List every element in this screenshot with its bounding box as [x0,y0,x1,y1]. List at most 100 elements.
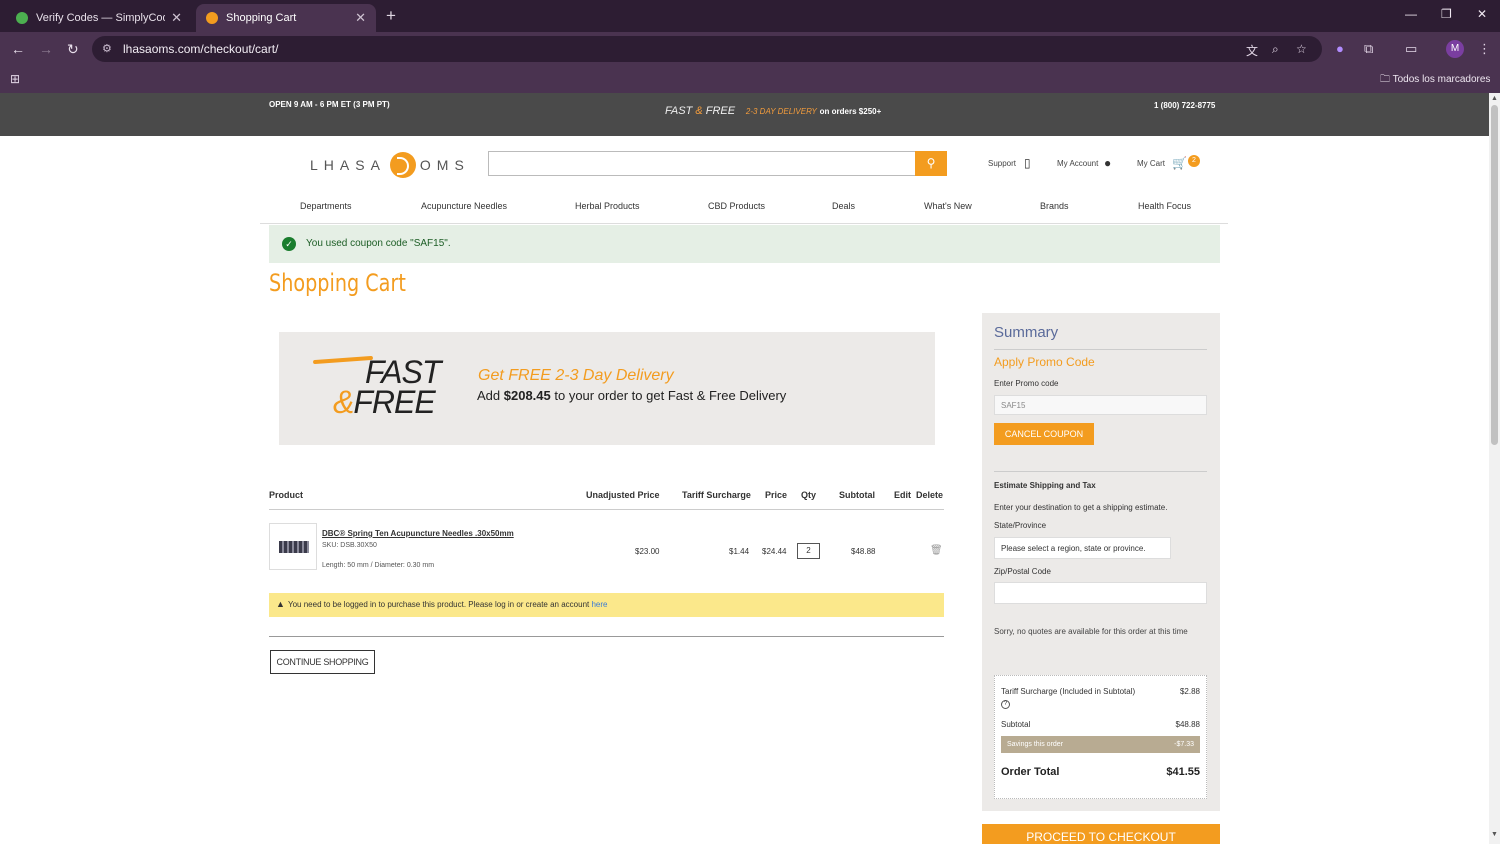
order-summary: Summary Apply Promo Code Enter Promo cod… [982,313,1220,811]
my-account-link[interactable]: My Account [1057,159,1098,168]
site-info-icon[interactable]: ⚙ [102,42,112,55]
nav-departments[interactable]: Departments [300,201,352,211]
close-window-icon[interactable]: ✕ [1477,7,1487,21]
restore-icon[interactable]: ❐ [1441,7,1452,21]
zoom-icon[interactable]: ⌕ [1272,42,1279,57]
apps-grid-icon[interactable]: ⊞ [10,72,20,86]
url-field[interactable]: ⚙ lhasaoms.com/checkout/cart/ 文 ⌕ ☆ [92,36,1322,62]
order-total-row: Order Total $41.55 [1001,766,1200,778]
tab-verify-codes[interactable]: Verify Codes — SimplyCodes ✕ [6,4,192,32]
product-image[interactable] [269,523,317,570]
promo-free: FREE [705,105,736,117]
reload-icon[interactable]: ↻ [67,41,79,58]
shipping-heading[interactable]: Estimate Shipping and Tax [994,481,1096,490]
page-scrollbar[interactable]: ▲ ▼ [1489,93,1500,844]
phone-number[interactable]: 1 (800) 722-8775 [1154,101,1215,110]
bookmarks-folder-label: Todos los marcadores [1392,74,1491,85]
translate-icon[interactable]: 文 [1246,42,1258,59]
nav-health-focus[interactable]: Health Focus [1138,201,1191,211]
proceed-to-checkout-button[interactable]: PROCEED TO CHECKOUT [982,824,1220,844]
nav-herbal-products[interactable]: Herbal Products [575,201,640,211]
scroll-down-icon[interactable]: ▼ [1491,831,1498,838]
banner-sub-pre: Add [477,388,504,403]
fast-free-promo[interactable]: FAST & FREE 2-3 DAY DELIVERY on orders $… [665,105,881,117]
simplycodes-favicon-icon [16,12,28,24]
fast-free-banner: FAST &FREE Get FREE 2-3 Day Delivery Add… [279,332,935,445]
url-text: lhasaoms.com/checkout/cart/ [123,42,279,56]
tariff-total-label: Tariff Surcharge (Included in Subtotal) [1001,687,1136,696]
nav-brands[interactable]: Brands [1040,201,1069,211]
bookmarks-folder[interactable]: 🗀 Todos los marcadores [1380,72,1490,89]
shipping-description: Enter your destination to get a shipping… [994,503,1168,512]
promo-code-input[interactable]: SAF15 [994,395,1207,415]
promo-label: Enter Promo code [994,379,1059,388]
coupon-message-text: You used coupon code "SAF15". [306,238,451,249]
state-select[interactable]: Please select a region, state or provinc… [994,537,1171,559]
scrollbar-thumb[interactable] [1491,105,1498,445]
savings-row: Savings this order -$7.33 [1001,736,1200,753]
zip-input[interactable] [994,582,1207,604]
quantity-input[interactable]: 2 [797,543,820,559]
minimize-icon[interactable]: — [1405,7,1417,21]
menu-icon[interactable]: ⋮ [1478,41,1491,57]
tab-shopping-cart[interactable]: Shopping Cart ✕ [196,4,376,32]
help-question-icon[interactable]: ? [1001,700,1010,709]
cart-icon[interactable]: 🛒 [1172,156,1187,170]
promo-heading[interactable]: Apply Promo Code [994,355,1095,369]
warning-icon: ▲ [276,599,285,609]
tab-search-icon[interactable]: ▭ [1405,41,1417,57]
support-link[interactable]: Support [988,159,1016,168]
browser-tab-bar: Verify Codes — SimplyCodes ✕ Shopping Ca… [0,0,1500,32]
promo-delivery: 2-3 DAY DELIVERY [745,107,817,116]
zip-label: Zip/Postal Code [994,567,1051,576]
unadjusted-price: $23.00 [635,547,660,556]
profile-avatar[interactable]: M [1446,40,1464,58]
login-warning: ▲ You need to be logged in to purchase t… [269,593,944,617]
search-icon: ⚲ [926,156,936,170]
col-qty: Qty [801,490,817,500]
login-here-link[interactable]: here [591,600,607,609]
promo-orders: on orders $250+ [819,107,882,116]
nav-deals[interactable]: Deals [832,201,855,211]
col-unadjusted-price: Unadjusted Price [586,490,660,500]
search-input[interactable] [488,151,916,176]
table-divider [269,509,944,510]
back-icon[interactable]: ← [11,41,25,57]
nav-cbd-products[interactable]: CBD Products [708,201,765,211]
tab-title: Shopping Cart [226,12,297,24]
extension-icon[interactable]: ● [1336,41,1344,56]
promo-fast: FAST [665,105,693,117]
new-tab-icon[interactable]: + [386,6,396,26]
col-price: Price [765,490,788,500]
banner-subtext: Add $208.45 to your order to get Fast & … [477,388,786,403]
extensions-puzzle-icon[interactable]: ⧉ [1364,41,1373,57]
search-button[interactable]: ⚲ [915,151,947,176]
lhasa-favicon-icon [206,12,218,24]
my-cart-link[interactable]: My Cart [1137,159,1165,168]
phone-icon[interactable]: ▯ [1024,156,1031,170]
subtotal-label: Subtotal [1001,720,1031,729]
site-logo[interactable]: LHASA OMS [310,151,470,179]
close-tab-icon[interactable]: ✕ [171,10,182,26]
tariff-total-row: Tariff Surcharge (Included in Subtotal) … [1001,687,1200,696]
tab-title: Verify Codes — SimplyCodes [36,12,165,24]
product-name-link[interactable]: DBC® Spring Ten Acupuncture Needles .30x… [322,529,514,538]
continue-shopping-button[interactable]: CONTINUE SHOPPING [270,650,375,674]
close-tab-icon[interactable]: ✕ [355,10,366,26]
nav-acupuncture-needles[interactable]: Acupuncture Needles [421,201,507,211]
delete-trash-icon[interactable]: 🗑 [930,545,943,556]
state-label: State/Province [994,521,1047,530]
summary-divider [994,349,1207,350]
col-tariff-surcharge: Tariff Surcharge [682,490,751,500]
bookmarks-bar: ⊞ 🗀 Todos los marcadores [0,66,1500,93]
banner-heading: Get FREE 2-3 Day Delivery [478,367,674,384]
account-icon[interactable]: ● [1104,156,1111,170]
col-edit: Edit [894,490,911,500]
bookmark-star-icon[interactable]: ☆ [1296,42,1307,56]
cancel-coupon-button[interactable]: CANCEL COUPON [994,423,1094,445]
forward-icon[interactable]: → [39,41,53,57]
tariff-total-value: $2.88 [1179,687,1200,696]
cart-divider [269,636,944,637]
nav-whats-new[interactable]: What's New [924,201,972,211]
scroll-up-icon[interactable]: ▲ [1491,95,1498,102]
